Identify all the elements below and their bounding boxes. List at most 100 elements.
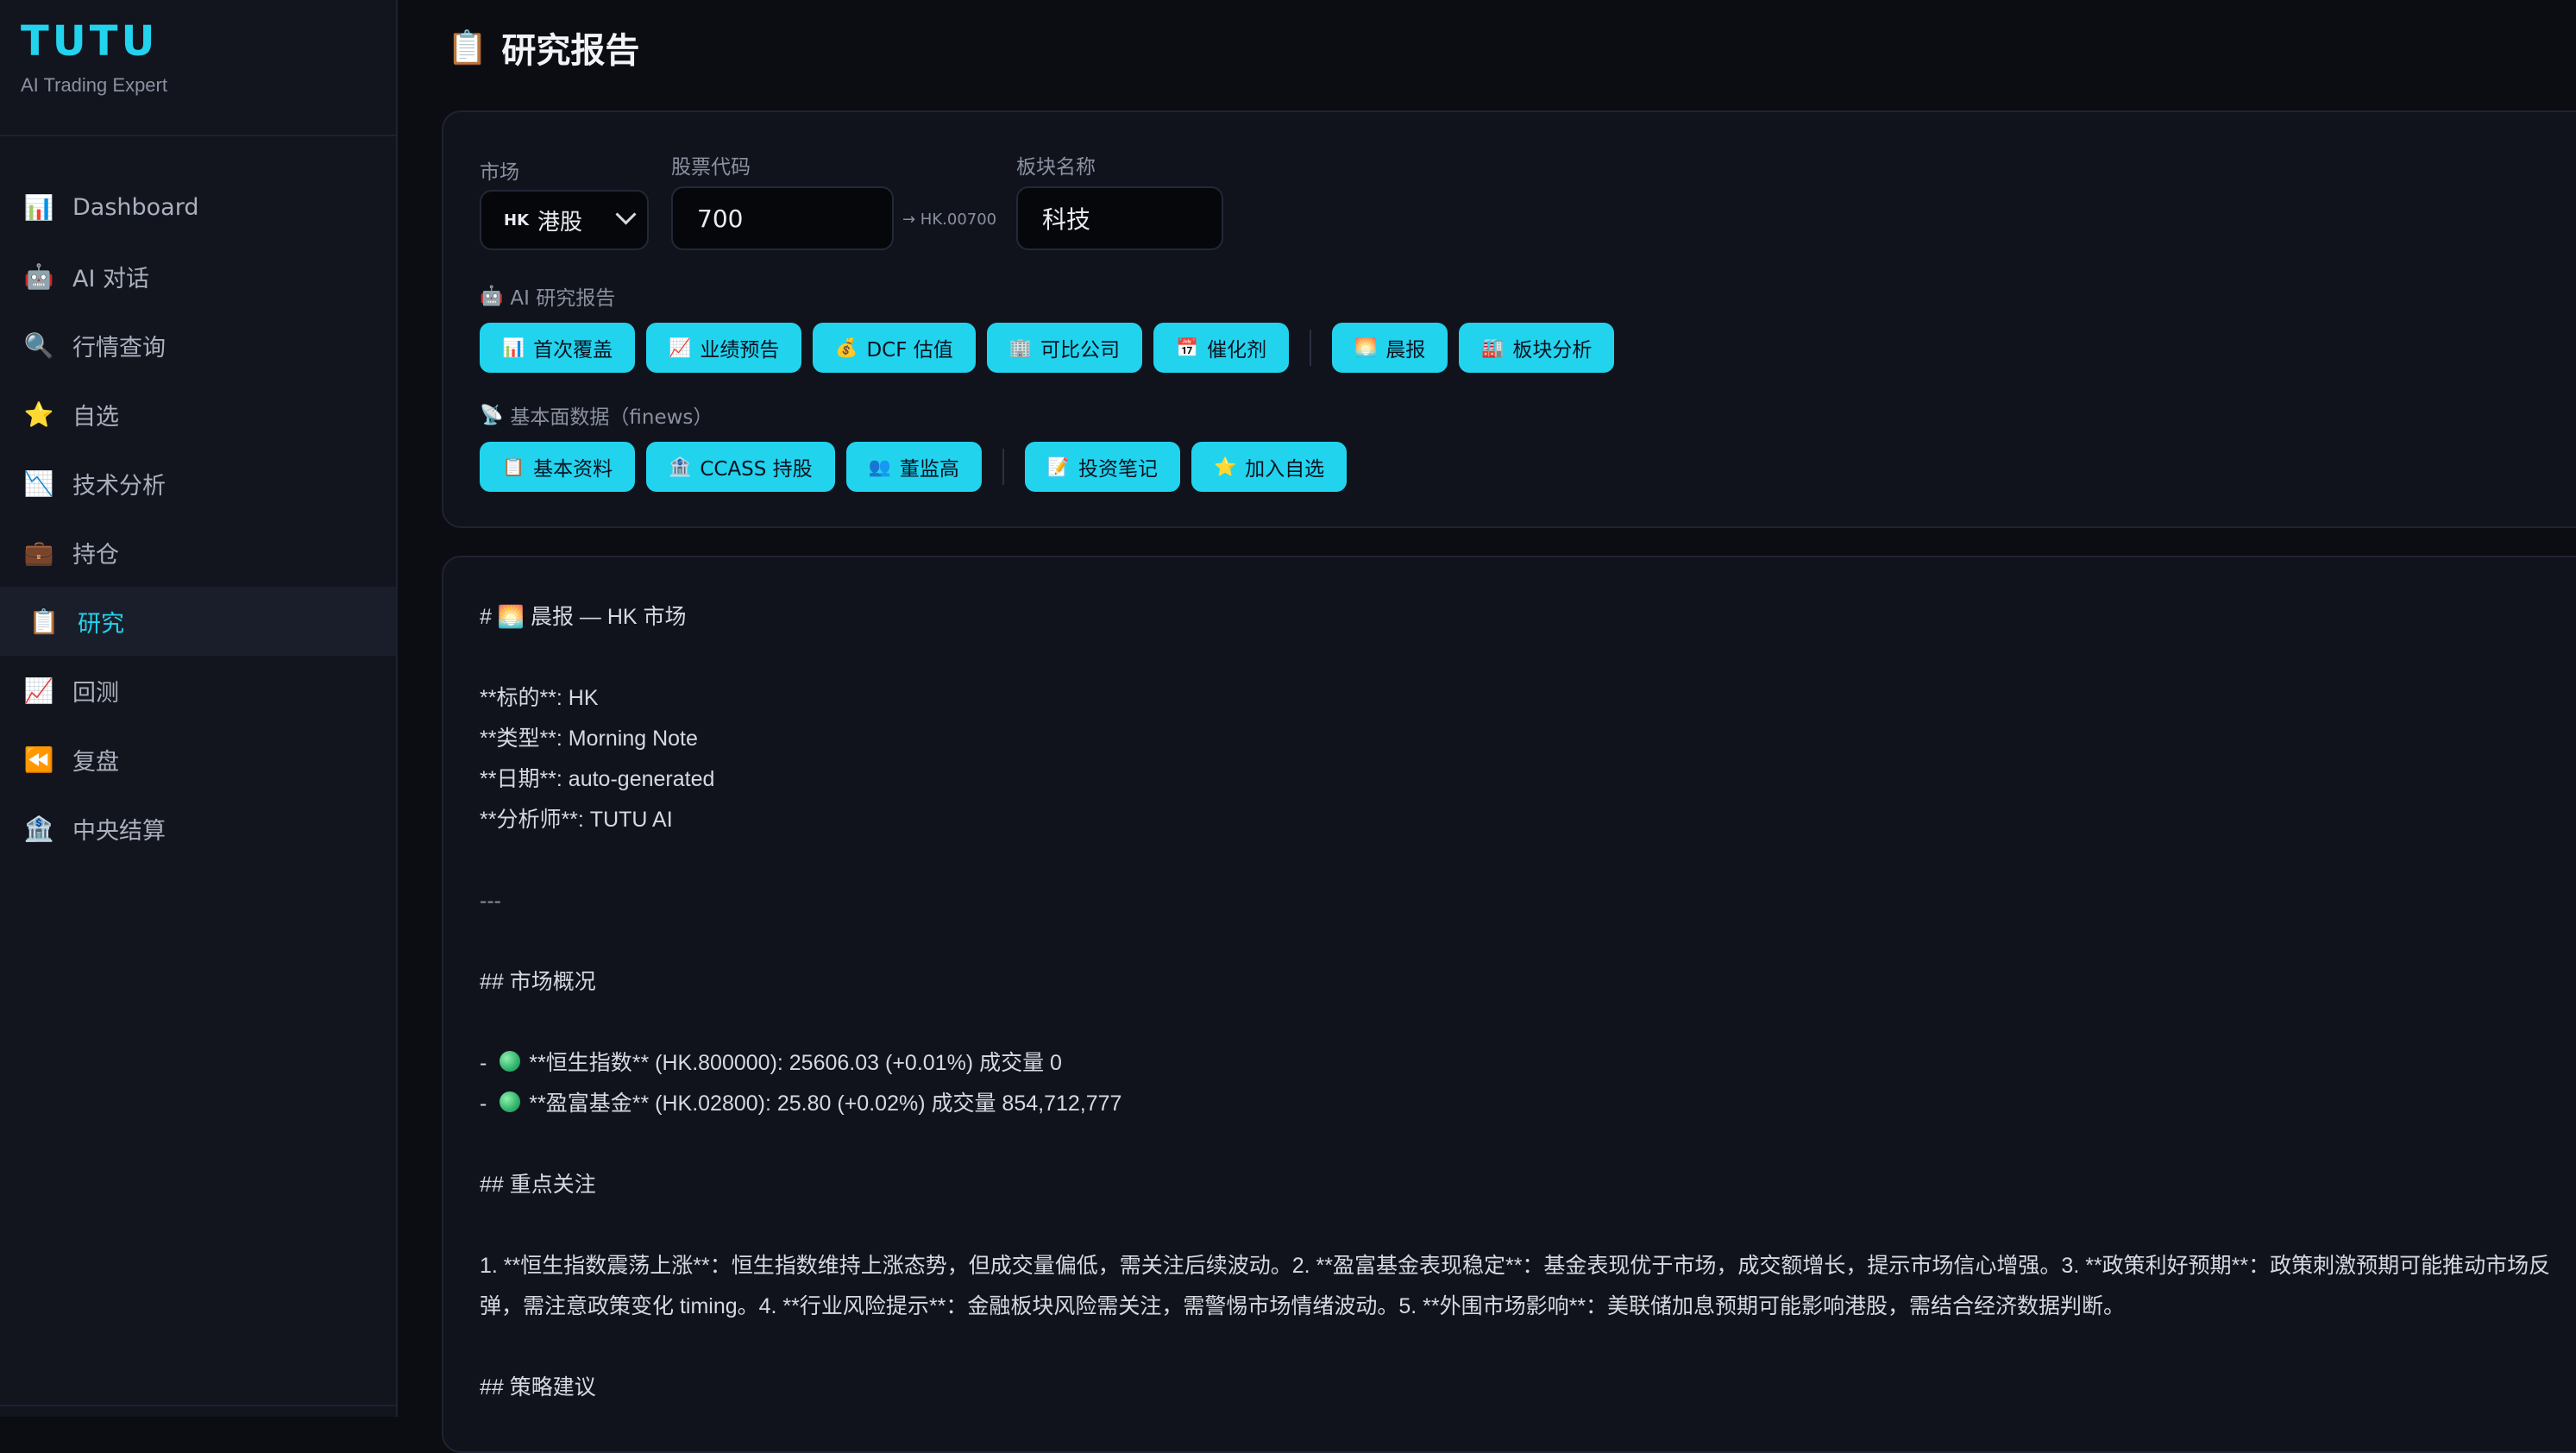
sidebar-item-label: 研究 xyxy=(78,610,124,638)
button-label: 晨报 xyxy=(1385,339,1426,362)
bar-chart-icon: 📊 xyxy=(23,192,54,222)
factory-button[interactable]: 🏭 板块分析 xyxy=(1459,323,1615,373)
people-button[interactable]: 👥 董监高 xyxy=(845,442,982,492)
sidebar-item-6[interactable]: 📋 研究 xyxy=(0,587,396,656)
list-item: - **盈富基金** (HK.02800): 25.80 (+0.02%) 成交… xyxy=(480,1091,1122,1116)
section-heading: ## 策略建议 xyxy=(480,1375,596,1400)
sidebar-item-3[interactable]: ⭐ 自选 xyxy=(0,380,396,449)
divider xyxy=(0,1405,396,1406)
page-header: 📋 研究报告 xyxy=(447,22,639,72)
report-separator: --- xyxy=(480,889,501,913)
ai-report-buttons: 📊 首次覆盖 📈 业绩预告 💰 DCF 估值 🏢 可比公司 📅 催化剂 🌅 晨报 🏭 板块分析 xyxy=(480,323,1625,373)
button-label: CCASS 持股 xyxy=(700,458,813,481)
clipboard-icon: 📋 xyxy=(447,28,488,66)
app-logo: TUTU xyxy=(21,17,159,66)
button-label: 基本资料 xyxy=(533,458,613,481)
button-label: 董监高 xyxy=(899,458,959,481)
controls-card: 市场 HK 港股 股票代码 700 → HK.00700 板块名称 科技 🤖 A… xyxy=(442,110,2576,528)
sidebar-item-2[interactable]: 🔍 行情查询 xyxy=(0,311,396,380)
report-meta-line: **标的**: HK xyxy=(480,686,599,710)
bank-icon: 🏦 xyxy=(669,456,692,477)
money-bag-button[interactable]: 💰 DCF 估值 xyxy=(813,323,976,373)
sidebar-item-7[interactable]: 📈 回测 xyxy=(0,656,396,725)
sidebar-item-label: 持仓 xyxy=(72,541,119,569)
chart-up-button[interactable]: 📈 业绩预告 xyxy=(646,323,802,373)
memo-button[interactable]: 📝 投资笔记 xyxy=(1024,442,1180,492)
sidebar-item-label: 中央结算 xyxy=(72,817,166,845)
ai-section-label: 🤖 AI 研究报告 xyxy=(480,285,616,311)
document-icon: 📋 xyxy=(502,456,525,477)
button-label: 可比公司 xyxy=(1040,339,1120,362)
sector-input[interactable]: 科技 xyxy=(1016,186,1223,250)
sidebar-item-9[interactable]: 🏦 中央结算 xyxy=(0,794,396,863)
bank-icon: 🏦 xyxy=(23,814,54,843)
sidebar-nav: 📊 Dashboard 🤖 AI 对话 🔍 行情查询 ⭐ 自选 📉 技术分析 💼 持仓 📋 研究 📈 回测 ⏪ 复… xyxy=(0,173,396,863)
sunrise-button[interactable]: 🌅 晨报 xyxy=(1332,323,1448,373)
rewind-icon: ⏪ xyxy=(23,745,54,774)
code-label: 股票代码 xyxy=(671,156,751,179)
robot-icon: 🤖 xyxy=(480,285,504,307)
stock-code-input[interactable]: 700 xyxy=(671,186,894,250)
factory-icon: 🏭 xyxy=(1481,337,1505,358)
magnifier-icon: 🔍 xyxy=(23,330,54,360)
report-card: # 🌅 晨报 — HK 市场 **标的**: HK **类型**: Mornin… xyxy=(442,556,2576,1453)
sidebar-item-1[interactable]: 🤖 AI 对话 xyxy=(0,242,396,311)
sunrise-icon: 🌅 xyxy=(1354,337,1378,358)
sunrise-icon: 🌅 xyxy=(497,605,525,629)
sidebar-item-label: AI 对话 xyxy=(72,265,150,292)
star-icon: ⭐ xyxy=(1214,456,1237,477)
report-meta-line: **日期**: auto-generated xyxy=(480,767,715,791)
sidebar-item-8[interactable]: ⏪ 复盘 xyxy=(0,725,396,794)
chart-up-icon: 📈 xyxy=(669,337,692,358)
button-label: DCF 估值 xyxy=(866,339,953,362)
sector-label: 板块名称 xyxy=(1016,156,1096,179)
page-title: 研究报告 xyxy=(501,31,640,71)
button-group-divider xyxy=(1310,330,1312,366)
sidebar-item-4[interactable]: 📉 技术分析 xyxy=(0,449,396,518)
chevron-down-icon xyxy=(615,204,637,225)
section-heading: ## 重点关注 xyxy=(480,1173,596,1197)
app-tagline: AI Trading Expert xyxy=(21,74,167,96)
button-label: 首次覆盖 xyxy=(533,339,613,362)
report-meta-line: **分析师**: TUTU AI xyxy=(480,808,673,832)
briefcase-icon: 💼 xyxy=(23,538,54,567)
star-button[interactable]: ⭐ 加入自选 xyxy=(1191,442,1348,492)
green-circle-icon xyxy=(499,1091,521,1113)
button-label: 投资笔记 xyxy=(1078,458,1158,481)
people-icon: 👥 xyxy=(868,456,891,477)
sidebar-item-5[interactable]: 💼 持仓 xyxy=(0,518,396,587)
fundamentals-buttons: 📋 基本资料 🏦 CCASS 持股 👥 董监高 📝 投资笔记 ⭐ 加入自选 xyxy=(480,442,1358,492)
button-group-divider xyxy=(1002,449,1004,485)
document-button[interactable]: 📋 基本资料 xyxy=(480,442,636,492)
robot-icon: 🤖 xyxy=(23,261,54,291)
sidebar-item-label: 自选 xyxy=(72,403,119,431)
sidebar-item-label: 复盘 xyxy=(72,748,119,776)
building-button[interactable]: 🏢 可比公司 xyxy=(986,323,1142,373)
money-bag-icon: 💰 xyxy=(835,337,858,358)
report-content: # 🌅 晨报 — HK 市场 **标的**: HK **类型**: Mornin… xyxy=(480,597,2576,1408)
green-circle-icon xyxy=(499,1051,521,1072)
market-label: 市场 xyxy=(480,161,519,184)
calendar-button[interactable]: 📅 催化剂 xyxy=(1153,323,1290,373)
market-prefix: HK xyxy=(504,211,530,230)
sidebar-item-0[interactable]: 📊 Dashboard xyxy=(0,173,396,242)
button-label: 业绩预告 xyxy=(700,339,780,362)
focus-paragraph: 1. **恒生指数震荡上涨**：恒生指数维持上涨态势，但成交量偏低，需关注后续波… xyxy=(480,1254,2551,1318)
button-label: 板块分析 xyxy=(1512,339,1593,362)
bar-chart-button[interactable]: 📊 首次覆盖 xyxy=(480,323,636,373)
brand: TUTU AI Trading Expert xyxy=(21,17,167,97)
sidebar: TUTU AI Trading Expert 📊 Dashboard 🤖 AI 对话 🔍… xyxy=(0,0,398,1417)
report-meta-line: **类型**: Morning Note xyxy=(480,726,698,751)
memo-icon: 📝 xyxy=(1046,456,1070,477)
fundamentals-section-label: 📡 基本面数据（finews） xyxy=(480,404,713,430)
button-label: 催化剂 xyxy=(1207,339,1267,362)
market-select[interactable]: HK 港股 xyxy=(480,190,649,250)
sidebar-item-label: 回测 xyxy=(72,679,119,707)
button-label: 加入自选 xyxy=(1245,458,1325,481)
section-heading: ## 市场概况 xyxy=(480,970,596,994)
calendar-icon: 📅 xyxy=(1175,337,1199,358)
chart-up-icon: 📈 xyxy=(23,676,54,705)
report-heading: # 🌅 晨报 — HK 市场 xyxy=(480,605,687,629)
clipboard-icon: 📋 xyxy=(28,607,60,636)
bank-button[interactable]: 🏦 CCASS 持股 xyxy=(646,442,835,492)
